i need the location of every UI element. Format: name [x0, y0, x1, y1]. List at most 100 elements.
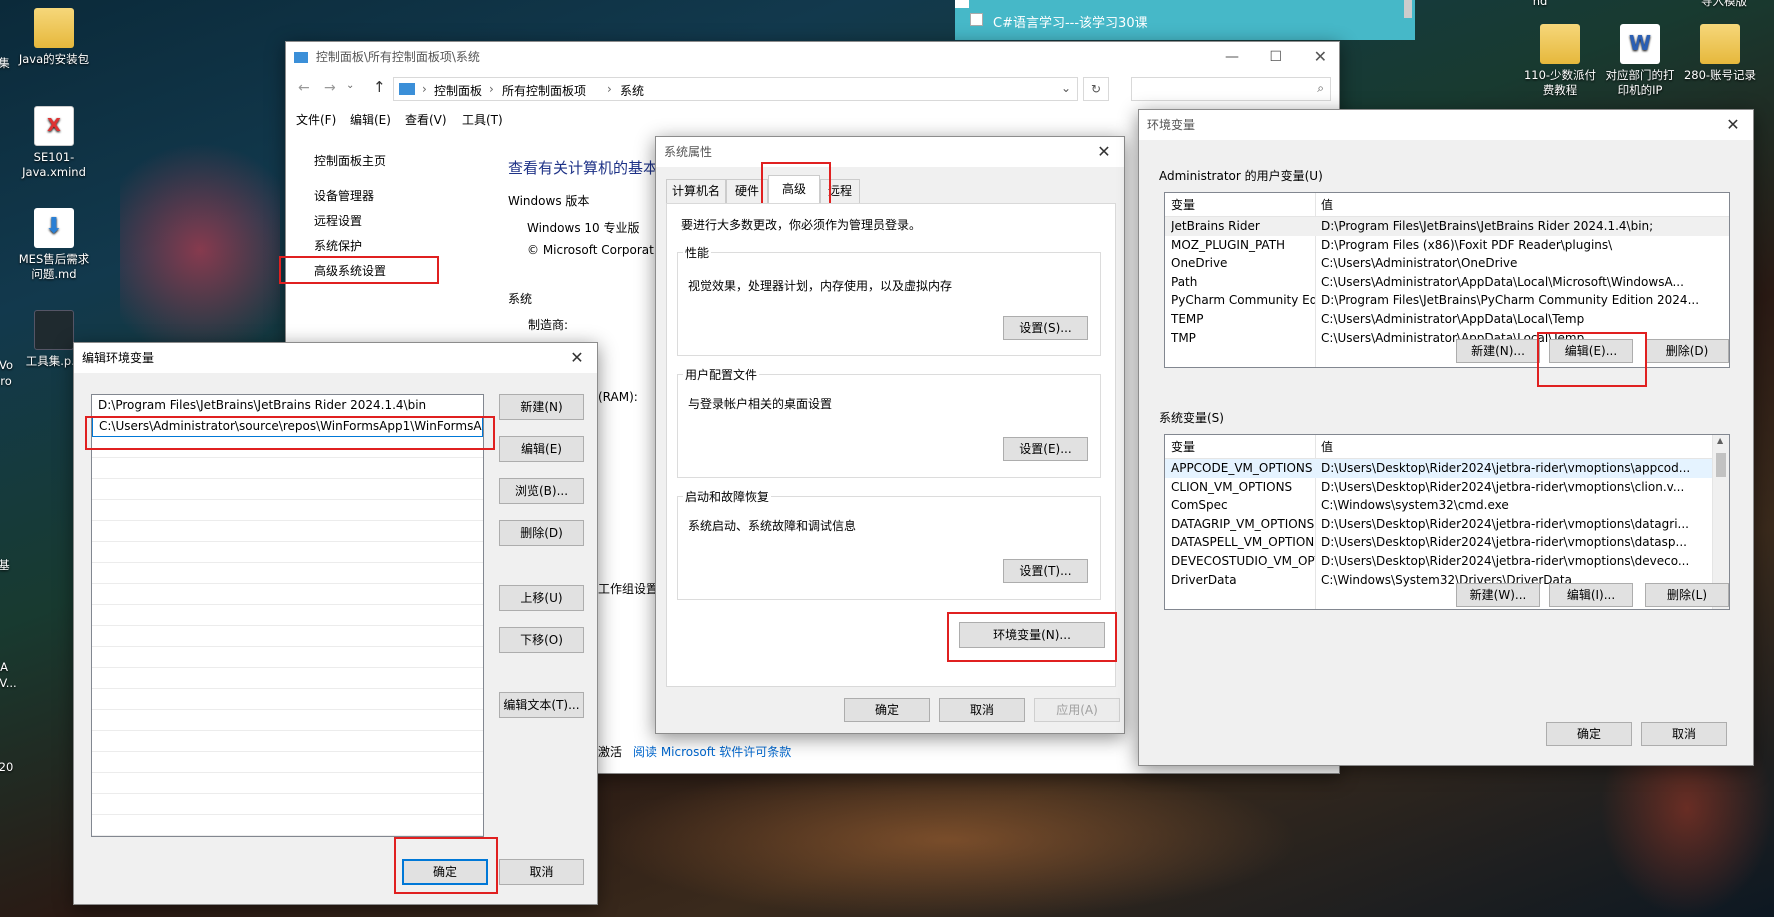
partial-label: nd — [1532, 0, 1548, 8]
browse-button[interactable]: 浏览(B)... — [499, 478, 584, 504]
table-row[interactable]: Path C:\Users\Administrator\AppData\Local… — [1165, 273, 1729, 292]
cancel-button[interactable]: 取消 — [499, 859, 584, 885]
breadcrumb-item[interactable]: 所有控制面板项 — [502, 82, 586, 99]
maximize-button[interactable]: ☐ — [1269, 42, 1282, 72]
todo-app-window: C#语言学习---该学习30课 — [955, 0, 1415, 40]
var-value: D:\Program Files (x86)\Foxit PDF Reader\… — [1321, 237, 1613, 252]
column-header-variable[interactable]: 变量 — [1171, 435, 1195, 459]
user-new-button[interactable]: 新建(N)... — [1456, 339, 1540, 363]
table-row[interactable]: PyCharm Community Editi... D:\Program Fil… — [1165, 291, 1729, 310]
todo-checkbox-partial[interactable] — [955, 0, 969, 8]
activation-label: 激活 — [598, 745, 623, 759]
back-arrow-icon[interactable]: ← — [298, 80, 310, 96]
table-row[interactable]: MOZ_PLUGIN_PATH D:\Program Files (x86)\Fo… — [1165, 236, 1729, 255]
partial-label: Vo — [0, 358, 13, 372]
sidebar-item-remote[interactable]: 远程设置 — [314, 212, 362, 229]
tab-remote[interactable]: 远程 — [820, 179, 860, 203]
desktop-icon-xmind[interactable]: X SE101-Java.xmind — [14, 106, 94, 180]
tab-hardware[interactable]: 硬件 — [726, 179, 768, 203]
sidebar-item-protection[interactable]: 系统保护 — [314, 237, 362, 254]
system-edit-button[interactable]: 编辑(I)... — [1549, 583, 1633, 607]
breadcrumb[interactable]: › 控制面板 › 所有控制面板项 › 系统 ⌄ — [393, 77, 1078, 101]
table-row[interactable]: JetBrains Rider D:\Program Files\JetBrain… — [1165, 217, 1729, 236]
group-label: 性能 — [683, 244, 712, 261]
breadcrumb-item[interactable]: 控制面板 — [434, 82, 482, 99]
move-up-button[interactable]: 上移(U) — [499, 585, 584, 611]
up-arrow-icon[interactable]: ↑ — [373, 78, 386, 96]
edit-text-button[interactable]: 编辑文本(T)... — [499, 692, 584, 718]
minimize-button[interactable]: — — [1225, 42, 1239, 72]
desktop-icon-accounts[interactable]: 280-账号记录 — [1680, 24, 1760, 83]
column-header-value[interactable]: 值 — [1321, 435, 1333, 459]
sidebar-item-advanced[interactable]: 高级系统设置 — [314, 262, 386, 279]
license-link[interactable]: 阅读 Microsoft 软件许可条款 — [633, 743, 791, 760]
column-header-value[interactable]: 值 — [1321, 193, 1333, 217]
chevron-down-icon[interactable]: ⌄ — [346, 80, 354, 91]
close-button[interactable]: ✕ — [1713, 110, 1753, 140]
refresh-icon[interactable]: ↻ — [1083, 77, 1109, 101]
menu-edit[interactable]: 编辑(E) — [350, 111, 391, 128]
user-delete-button[interactable]: 删除(D) — [1645, 339, 1729, 363]
system-properties-dialog: 系统属性 ✕ 计算机名 硬件 高级 远程 要进行大多数更改，你必须作为管理员登录… — [655, 136, 1125, 734]
var-name: JetBrains Rider — [1171, 219, 1260, 233]
search-icon: ⌕ — [1317, 81, 1324, 95]
table-row[interactable]: DATAGRIP_VM_OPTIONS D:\Users\Desktop\Ride… — [1165, 515, 1729, 534]
path-entries-list[interactable]: D:\Program Files\JetBrains\JetBrains Rid… — [91, 394, 484, 837]
scroll-up-arrow-icon[interactable]: ▲ — [1717, 436, 1723, 445]
delete-entry-button[interactable]: 删除(D) — [499, 520, 584, 546]
table-row[interactable]: APPCODE_VM_OPTIONS D:\Users\Desktop\Rider… — [1165, 459, 1729, 478]
sidebar-item-device-manager[interactable]: 设备管理器 — [314, 187, 374, 204]
cancel-button[interactable]: 取消 — [939, 698, 1025, 722]
desktop-icon-mes[interactable]: ⬇ MES售后需求问题.md — [14, 208, 94, 282]
environment-variables-button[interactable]: 环境变量(N)... — [959, 622, 1105, 648]
ok-button[interactable]: 确定 — [402, 859, 488, 885]
close-button[interactable]: ✕ — [1314, 42, 1327, 72]
desktop-icon-java[interactable]: Java的安装包 — [14, 8, 94, 67]
scrollbar-thumb[interactable] — [1716, 453, 1726, 477]
todo-scrollbar[interactable] — [1404, 0, 1412, 18]
tab-advanced[interactable]: 高级 — [768, 175, 820, 204]
desktop-icon-printer-ip[interactable]: W 对应部门的打印机的IP — [1600, 24, 1680, 98]
new-entry-button[interactable]: 新建(N) — [499, 394, 584, 420]
ok-button[interactable]: 确定 — [1546, 722, 1632, 746]
menu-file[interactable]: 文件(F) — [296, 111, 336, 128]
breadcrumb-item[interactable]: 系统 — [620, 82, 644, 99]
table-row[interactable]: OneDrive C:\Users\Administrator\OneDrive — [1165, 254, 1729, 273]
tab-computer-name[interactable]: 计算机名 — [666, 179, 726, 203]
var-value: C:\Users\Administrator\OneDrive — [1321, 256, 1518, 271]
forward-arrow-icon[interactable]: → — [324, 80, 336, 96]
search-input[interactable]: ⌕ — [1131, 77, 1331, 101]
apply-button[interactable]: 应用(A) — [1034, 698, 1120, 722]
table-row[interactable]: DEVECOSTUDIO_VM_OPT... D:\Users\Desktop\R… — [1165, 552, 1729, 571]
table-row[interactable]: ComSpec C:\Windows\system32\cmd.exe — [1165, 496, 1729, 515]
list-item[interactable]: D:\Program Files\JetBrains\JetBrains Rid… — [92, 395, 483, 416]
section-label: 系统 — [508, 292, 533, 306]
desktop-icon-sspai[interactable]: 110-少数派付费教程 — [1520, 24, 1600, 98]
menu-tools[interactable]: 工具(T) — [462, 111, 503, 128]
wallpaper-glow — [120, 120, 280, 380]
close-button[interactable]: ✕ — [1084, 137, 1124, 167]
column-header-variable[interactable]: 变量 — [1171, 193, 1195, 217]
menu-view[interactable]: 查看(V) — [405, 111, 447, 128]
ok-button[interactable]: 确定 — [844, 698, 930, 722]
chevron-down-icon[interactable]: ⌄ — [1061, 81, 1071, 95]
close-button[interactable]: ✕ — [557, 343, 597, 373]
cancel-button[interactable]: 取消 — [1641, 722, 1727, 746]
todo-checkbox[interactable] — [970, 13, 983, 26]
move-down-button[interactable]: 下移(O) — [499, 627, 584, 653]
performance-settings-button[interactable]: 设置(S)... — [1003, 316, 1088, 340]
ram-label: (RAM): — [598, 390, 638, 404]
system-delete-button[interactable]: 删除(L) — [1645, 583, 1729, 607]
environment-variables-dialog: 环境变量 ✕ Administrator 的用户变量(U) 变量 值 JetBr… — [1138, 109, 1754, 766]
user-profile-settings-button[interactable]: 设置(E)... — [1003, 437, 1088, 461]
edit-entry-button[interactable]: 编辑(E) — [499, 436, 584, 462]
user-edit-button[interactable]: 编辑(E)... — [1549, 339, 1633, 363]
table-row[interactable]: DATASPELL_VM_OPTIONS D:\Users\Desktop\Rid… — [1165, 533, 1729, 552]
startup-settings-button[interactable]: 设置(T)... — [1003, 559, 1088, 583]
sidebar-item-home[interactable]: 控制面板主页 — [314, 152, 386, 169]
table-row[interactable]: TEMP C:\Users\Administrator\AppData\Local… — [1165, 310, 1729, 329]
path-entry-editing[interactable]: C:\Users\Administrator\source\repos\WinF… — [92, 416, 483, 437]
table-row[interactable]: CLION_VM_OPTIONS D:\Users\Desktop\Rider20… — [1165, 478, 1729, 497]
var-name: TEMP — [1171, 311, 1204, 326]
system-new-button[interactable]: 新建(W)... — [1456, 583, 1540, 607]
